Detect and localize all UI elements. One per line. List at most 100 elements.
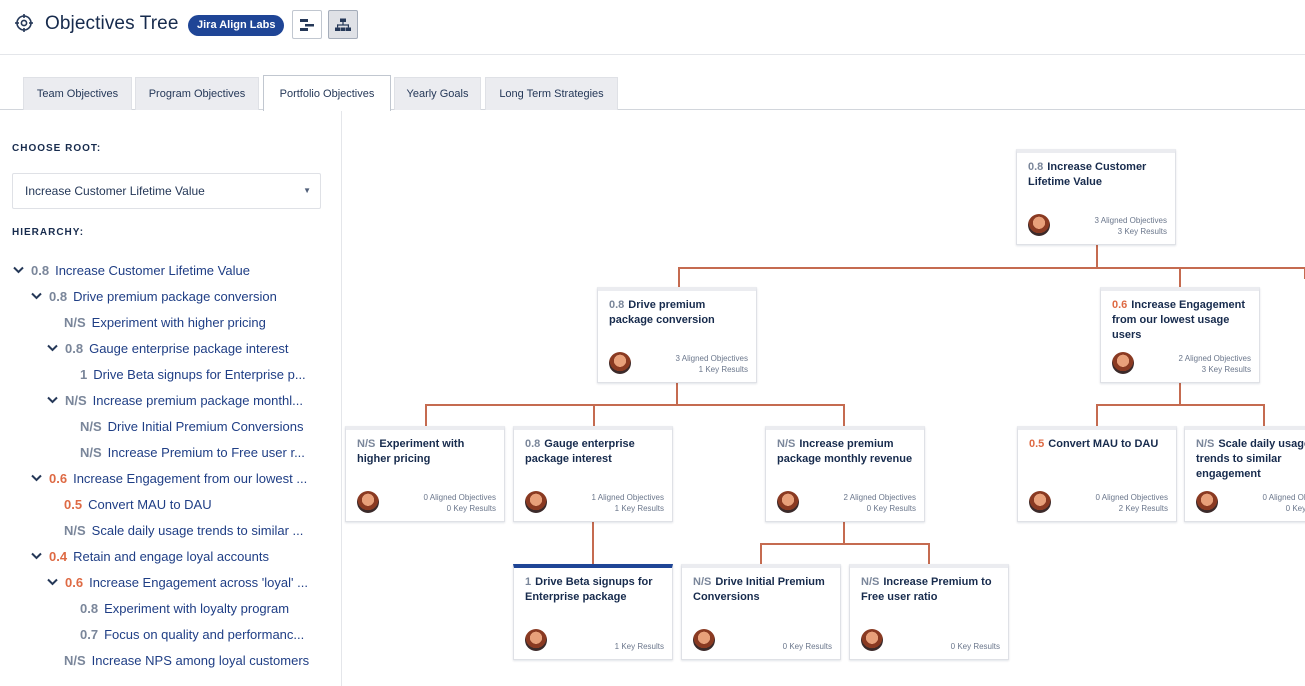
objective-card-title: N/S Scale daily usage trends to similar e… xyxy=(1196,437,1305,482)
objective-card-score: 0.6 xyxy=(1112,299,1128,311)
hierarchy-item[interactable]: 0.6 Increase Engagement across 'loyal' ..… xyxy=(46,572,308,592)
objective-card-meta: 0 Aligned Objectives 0 Key Results xyxy=(1263,492,1305,514)
hierarchy-item-label: Scale daily usage trends to similar ... xyxy=(91,522,304,538)
avatar xyxy=(1112,352,1134,374)
objective-card-name: Increase Engagement from our lowest usag… xyxy=(1112,299,1246,341)
chevron-down-icon: ▼ xyxy=(303,186,311,195)
objective-card-name: Drive Initial Premium Conversions xyxy=(693,576,825,603)
objective-card-title: 0.8 Gauge enterprise package interest xyxy=(525,437,664,467)
objective-card-title: 0.8 Increase Customer Lifetime Value xyxy=(1028,160,1167,190)
objective-card[interactable]: 0.8 Increase Customer Lifetime Value 3 Ali… xyxy=(1016,149,1176,245)
tab-yearly-goals[interactable]: Yearly Goals xyxy=(394,77,481,110)
hierarchy-item-score: 0.7 xyxy=(80,626,99,642)
hierarchy-item-label: Gauge enterprise package interest xyxy=(89,340,289,356)
vertical-tree-icon xyxy=(335,18,351,31)
horizontal-view-button[interactable] xyxy=(292,10,322,39)
key-results-count: 0 Key Results xyxy=(950,642,1000,651)
objective-card-meta: 3 Aligned Objectives 1 Key Results xyxy=(676,353,749,375)
hierarchy-item[interactable]: N/S Experiment with higher pricing xyxy=(64,312,266,332)
hierarchy-item-label: Increase Premium to Free user r... xyxy=(107,444,305,460)
hierarchy-item[interactable]: 0.4 Retain and engage loyal accounts xyxy=(30,546,269,566)
objective-card-score: 0.8 xyxy=(525,438,541,450)
hierarchy-item[interactable]: 0.8 Drive premium package conversion xyxy=(30,286,277,306)
avatar xyxy=(357,491,379,513)
hierarchy-item-score: N/S xyxy=(64,652,86,668)
avatar xyxy=(525,629,547,651)
hierarchy-item[interactable]: N/S Increase premium package monthl... xyxy=(46,390,303,410)
hierarchy-item[interactable]: N/S Increase NPS among loyal customers xyxy=(64,650,309,670)
hierarchy-item-score: N/S xyxy=(80,418,102,434)
tree-connector-line xyxy=(760,543,762,564)
objective-card[interactable]: N/S Drive Initial Premium Conversions 0 Ke… xyxy=(681,564,841,660)
hierarchy-item-label: Focus on quality and performanc... xyxy=(104,626,305,642)
hierarchy-item[interactable]: N/S Scale daily usage trends to similar .… xyxy=(64,520,303,540)
chevron-down-icon[interactable] xyxy=(46,576,58,588)
chevron-down-icon[interactable] xyxy=(46,342,58,354)
objective-card[interactable]: 1 Drive Beta signups for Enterprise packa… xyxy=(513,564,673,660)
hierarchy-item-score: 0.4 xyxy=(49,548,68,564)
hierarchy-item[interactable]: 0.6 Increase Engagement from our lowest .… xyxy=(30,468,307,488)
key-results-count: 0 Key Results xyxy=(866,504,916,513)
chevron-down-icon[interactable] xyxy=(12,264,24,276)
vertical-view-button[interactable] xyxy=(328,10,358,39)
crosshair-icon xyxy=(15,14,33,32)
hierarchy-item-score: 0.6 xyxy=(65,574,84,590)
objective-card-score: N/S xyxy=(693,576,712,588)
objective-card[interactable]: N/S Increase premium package monthly reve… xyxy=(765,426,925,522)
objective-card[interactable]: 0.8 Drive premium package conversion 3 Ali… xyxy=(597,287,757,383)
objective-card-meta: 2 Aligned Objectives 3 Key Results xyxy=(1179,353,1252,375)
app-header: Objectives Tree Jira Align Labs xyxy=(0,0,1305,55)
chevron-down-icon[interactable] xyxy=(30,290,42,302)
tree-connector-line xyxy=(678,267,1305,269)
hierarchy-item[interactable]: 0.5 Convert MAU to DAU xyxy=(64,494,212,514)
aligned-objectives-count: 3 Aligned Objectives xyxy=(1094,216,1168,225)
hierarchy-item[interactable]: 0.8 Increase Customer Lifetime Value xyxy=(12,260,250,280)
objective-card[interactable]: N/S Scale daily usage trends to similar e… xyxy=(1184,426,1305,522)
hierarchy-item[interactable]: N/S Increase Premium to Free user r... xyxy=(80,442,305,462)
objective-card-score: 1 xyxy=(525,576,532,588)
objective-card[interactable]: 0.5 Convert MAU to DAU 0 Aligned Objective… xyxy=(1017,426,1177,522)
chevron-down-icon[interactable] xyxy=(30,550,42,562)
chevron-down-icon[interactable] xyxy=(30,472,42,484)
hierarchy-item-label: Increase Customer Lifetime Value xyxy=(55,262,250,278)
objective-card-meta: 3 Aligned Objectives 3 Key Results xyxy=(1095,215,1168,237)
hierarchy-item-score: 0.6 xyxy=(49,470,68,486)
avatar xyxy=(525,491,547,513)
horizontal-tree-icon xyxy=(300,18,314,31)
tree-connector-line xyxy=(843,404,845,426)
root-select[interactable]: Increase Customer Lifetime Value ▼ xyxy=(12,173,321,209)
root-select-value: Increase Customer Lifetime Value xyxy=(25,184,205,198)
hierarchy-item-score: N/S xyxy=(80,444,102,460)
tree-connector-line xyxy=(425,404,845,406)
tab-team-objectives[interactable]: Team Objectives xyxy=(23,77,132,110)
hierarchy-item[interactable]: 1 Drive Beta signups for Enterprise p... xyxy=(80,364,306,384)
objectives-tree-canvas[interactable]: 0.8 Increase Customer Lifetime Value 3 Ali… xyxy=(343,111,1305,686)
objective-card[interactable]: N/S Increase Premium to Free user ratio 0 … xyxy=(849,564,1009,660)
key-results-count: 1 Key Results xyxy=(614,642,664,651)
objective-card-title: N/S Drive Initial Premium Conversions xyxy=(693,575,832,605)
tree-connector-line xyxy=(1179,383,1181,405)
tab-long-term-strategies[interactable]: Long Term Strategies xyxy=(485,77,618,110)
tab-portfolio-objectives[interactable]: Portfolio Objectives xyxy=(263,75,391,111)
objective-card[interactable]: 0.8 Gauge enterprise package interest 1 Al… xyxy=(513,426,673,522)
objective-card-name: Gauge enterprise package interest xyxy=(525,438,635,465)
hierarchy-item[interactable]: 0.7 Focus on quality and performanc... xyxy=(80,624,304,644)
hierarchy-item[interactable]: 0.8 Experiment with loyalty program xyxy=(80,598,289,618)
key-results-count: 3 Key Results xyxy=(1117,227,1167,236)
sidebar: CHOOSE ROOT: Increase Customer Lifetime … xyxy=(0,111,342,686)
objective-card[interactable]: 0.6 Increase Engagement from our lowest u… xyxy=(1100,287,1260,383)
avatar xyxy=(1029,491,1051,513)
labs-badge: Jira Align Labs xyxy=(188,15,285,36)
hierarchy-item[interactable]: 0.8 Gauge enterprise package interest xyxy=(46,338,289,358)
objective-card-score: N/S xyxy=(1196,438,1215,450)
chevron-down-icon[interactable] xyxy=(46,394,58,406)
tab-program-objectives[interactable]: Program Objectives xyxy=(135,77,259,110)
objective-card-title: N/S Increase premium package monthly reve… xyxy=(777,437,916,467)
avatar xyxy=(609,352,631,374)
tree-connector-line xyxy=(593,404,595,426)
hierarchy-item[interactable]: N/S Drive Initial Premium Conversions xyxy=(80,416,303,436)
objective-card[interactable]: N/S Experiment with higher pricing 0 Align… xyxy=(345,426,505,522)
objective-card-name: Convert MAU to DAU xyxy=(1048,438,1159,450)
hierarchy-item-score: 0.8 xyxy=(49,288,68,304)
tree-connector-line xyxy=(1096,404,1098,426)
